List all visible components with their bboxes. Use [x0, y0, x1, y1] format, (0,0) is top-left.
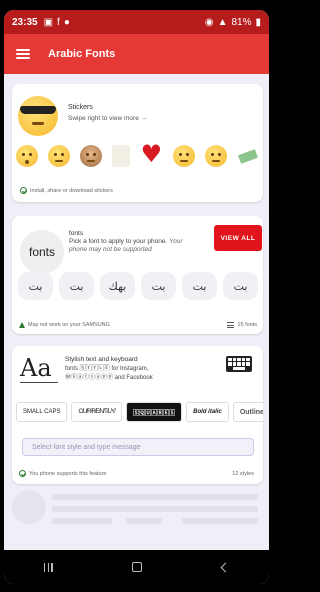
phone-screen: 23:35 ▣ f ● ◉ ▲ 81% ▮ Arabic Fonts Stick… [4, 10, 269, 584]
style-chip-squares[interactable]: 🅂🅀🅄🄰🅁🄴🅂 [126, 402, 183, 422]
fonts-count: 15 fonts [227, 322, 257, 328]
list-icon [227, 322, 235, 328]
style-chip-bold-italic[interactable]: Bold italic [186, 402, 229, 422]
signal-icon: ▲ [217, 16, 228, 28]
app-bar: Arabic Fonts [4, 34, 269, 74]
messenger-icon: ● [63, 16, 70, 28]
font-sample[interactable]: بت [182, 272, 217, 300]
check-circle-icon [20, 187, 27, 194]
font-sample[interactable]: بت [59, 272, 94, 300]
stickers-footer-text: Install, share or download stickers [30, 187, 113, 194]
unamused-emoji-icon[interactable] [172, 145, 195, 167]
style-chip-list[interactable]: SMALL CAPS C̸U̸R̸R̸E̸N̸T̸L̸Y̸ 🅂🅀🅄🄰🅁🄴🅂 Bo… [16, 402, 263, 424]
back-icon[interactable] [220, 562, 231, 572]
hamburger-menu-icon[interactable] [16, 49, 30, 59]
stylish-text-card[interactable]: Aa Stylish text and keyboard fonts 🅂🅃🅈🄻🄴… [12, 346, 263, 484]
sunglasses-emoji-icon [18, 96, 58, 136]
app-title: Arabic Fonts [48, 48, 116, 60]
font-sample-list[interactable]: بت بت بهك بت بت بت [18, 272, 268, 300]
warning-icon [19, 322, 25, 328]
loading-avatar-placeholder [12, 490, 46, 524]
neutral-emoji-icon[interactable] [204, 145, 227, 167]
compatibility-warning: May not work on your SAMSUNG [19, 322, 110, 328]
check-circle-icon [19, 470, 26, 477]
heart-icon[interactable] [141, 143, 163, 167]
message-input[interactable]: Select font style and type message [22, 438, 254, 456]
system-navigation-bar [4, 550, 269, 584]
styles-count: 12 styles [232, 471, 254, 477]
monocle-emoji-icon[interactable] [48, 145, 71, 167]
fonts-title: fonts [69, 230, 84, 237]
battery-icon: ▮ [255, 16, 261, 28]
stylish-text-title: Stylish text and keyboard [65, 356, 138, 363]
support-status: You phone supports this feature [19, 470, 106, 477]
view-all-button[interactable]: VIEW ALL [214, 225, 262, 251]
fonts-badge: fonts [20, 230, 64, 274]
stickers-card[interactable]: Stickers Swipe right to view more → Inst… [12, 84, 263, 202]
wifi-icon: ◉ [204, 16, 214, 28]
stickers-title: Stickers [68, 104, 93, 111]
gallery-icon: ▣ [43, 16, 54, 28]
loading-line-placeholder [52, 494, 258, 500]
stickers-subtitle: Swipe right to view more → [68, 115, 148, 122]
fonts-card[interactable]: fonts fonts Pick a font to apply to your… [12, 216, 263, 334]
home-icon[interactable] [132, 562, 143, 572]
recents-icon[interactable] [43, 562, 53, 572]
status-time: 23:35 [12, 16, 38, 28]
font-sample[interactable]: بت [223, 272, 258, 300]
see-no-evil-monkey-icon[interactable] [80, 145, 103, 167]
loading-line-placeholder [52, 518, 112, 524]
battery-percent: 81% [231, 16, 252, 28]
surprised-emoji-icon[interactable] [16, 145, 38, 167]
style-chip-outline[interactable]: Outline [232, 402, 263, 422]
font-sample[interactable]: بت [18, 272, 53, 300]
loading-line-placeholder [52, 506, 258, 512]
notepad-icon[interactable] [112, 145, 131, 167]
style-chip-currently[interactable]: C̸U̸R̸R̸E̸N̸T̸L̸Y̸ [71, 402, 123, 422]
style-chip-small-caps[interactable]: SMALL CAPS [16, 402, 68, 422]
loading-line-placeholder [182, 518, 258, 524]
text-style-icon: Aa [20, 354, 52, 382]
money-wings-icon[interactable] [237, 145, 259, 167]
notification-icons: ▣ f ● [44, 17, 70, 28]
loading-line-placeholder [126, 518, 162, 524]
stylish-text-description: fonts 🅂🅃🅈🄻🄴 for Instagram, Ⓦⓗⓐⓣⓢⓐⓟⓟ and … [65, 366, 153, 381]
status-bar: 23:35 ▣ f ● ◉ ▲ 81% ▮ [4, 10, 269, 34]
stickers-footer: Install, share or download stickers [20, 187, 113, 194]
facebook-icon: f [57, 16, 60, 28]
font-sample[interactable]: بت [141, 272, 176, 300]
system-icons: ◉ ▲ 81% ▮ [205, 17, 261, 28]
sticker-list[interactable] [16, 142, 259, 170]
font-sample[interactable]: بهك [100, 272, 135, 300]
keyboard-icon[interactable] [226, 356, 252, 372]
fonts-description: Pick a font to apply to your phone. Your… [69, 238, 183, 253]
